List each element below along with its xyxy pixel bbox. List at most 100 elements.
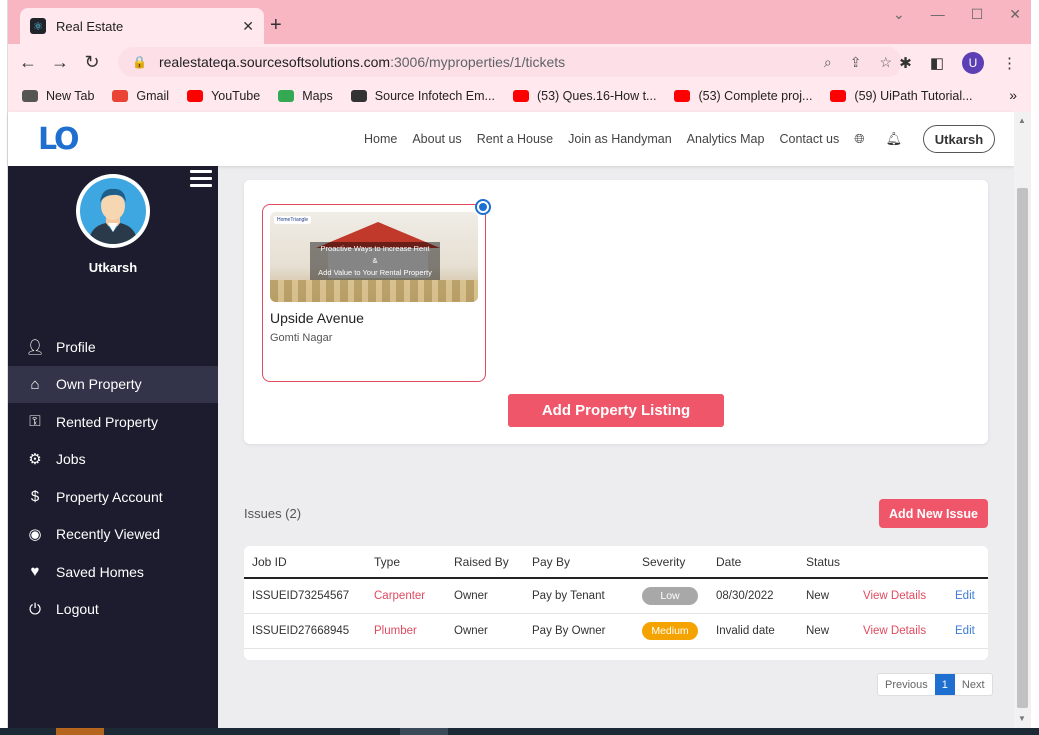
minimize-icon[interactable]: —: [931, 6, 945, 23]
date-cell: Invalid date: [716, 624, 775, 637]
tab-search-icon[interactable]: ⌄: [893, 6, 905, 23]
property-card[interactable]: HomeTriangle Proactive Ways to Increase …: [262, 199, 491, 382]
bookmark-item[interactable]: Maps: [278, 89, 333, 103]
sidebar-item-saved-homes[interactable]: ♥ Saved Homes: [8, 553, 218, 591]
close-tab-icon[interactable]: ✕: [242, 18, 254, 35]
nav-about[interactable]: About us: [412, 132, 461, 146]
bookmark-label: (53) Ques.16-How t...: [536, 89, 657, 103]
scroll-down-icon[interactable]: ▼: [1018, 714, 1026, 723]
issues-table: Job ID Type Raised By Pay By Severity Da…: [244, 546, 988, 649]
job-id-cell-container: ISSUEID73254567: [244, 578, 366, 614]
star-icon[interactable]: ☆: [879, 54, 892, 71]
col-type: Type: [366, 546, 446, 579]
reload-icon[interactable]: ↻: [76, 52, 108, 73]
power-icon: ⏻: [29, 600, 41, 618]
nav-contact[interactable]: Contact us: [779, 132, 839, 146]
lock-icon[interactable]: 🔒: [132, 55, 147, 69]
forward-icon[interactable]: →: [44, 52, 76, 73]
add-new-issue-button[interactable]: Add New Issue: [879, 499, 988, 528]
hand-key-icon: ⚿: [29, 413, 41, 431]
page-scrollbar[interactable]: ▲ ▼: [1014, 112, 1031, 728]
col-date: Date: [708, 546, 798, 579]
sidebar-item-label: Own Property: [56, 376, 142, 393]
side-panel-icon[interactable]: ◧: [930, 54, 944, 72]
bookmark-item[interactable]: Gmail: [112, 89, 169, 103]
bookmark-item[interactable]: Source Infotech Em...: [350, 89, 495, 103]
address-bar[interactable]: 🔒 realestateqa.sourcesoftsolutions.com:3…: [118, 47, 902, 77]
nav-handyman[interactable]: Join as Handyman: [568, 132, 672, 146]
site-header: LO Home About us Rent a House Join as Ha…: [8, 112, 1014, 166]
sidebar-item-property-account[interactable]: $ Property Account: [8, 478, 218, 516]
previous-page-button[interactable]: Previous: [878, 674, 935, 695]
sidebar-item-rented-property[interactable]: ⚿ Rented Property: [8, 403, 218, 441]
page-viewport: LO Home About us Rent a House Join as Ha…: [8, 112, 1014, 728]
pay-by-cell: Pay by Tenant: [532, 589, 605, 602]
browser-tab[interactable]: ⚛ Real Estate ✕: [20, 8, 264, 44]
edit-link[interactable]: Edit: [955, 590, 975, 602]
share-icon[interactable]: ⇪: [850, 54, 862, 71]
sidebar-item-own-property[interactable]: ⌂ Own Property: [8, 365, 218, 403]
property-location: Gomti Nagar: [270, 332, 333, 344]
sidebar-item-recently-viewed[interactable]: ◉ Recently Viewed: [8, 516, 218, 554]
sidebar-item-profile[interactable]: 👤︎ Profile: [8, 328, 218, 366]
add-property-listing-button[interactable]: Add Property Listing: [508, 394, 724, 427]
type-cell: Carpenter: [374, 589, 426, 602]
globe-icon[interactable]: 🌐︎: [854, 131, 864, 147]
more-bookmarks-icon[interactable]: »: [1009, 87, 1017, 103]
sidebar-item-jobs[interactable]: ⚙ Jobs: [8, 441, 218, 479]
view-details-link-container: View Details: [855, 578, 947, 614]
zoom-icon[interactable]: ⌕: [824, 54, 832, 71]
scrollbar-thumb[interactable]: [1017, 188, 1028, 708]
back-icon[interactable]: ←: [12, 52, 44, 73]
extensions-icon[interactable]: ✱: [899, 54, 912, 72]
nav-home[interactable]: Home: [364, 132, 397, 146]
bookmark-item[interactable]: (53) Complete proj...: [674, 89, 812, 103]
bookmark-favicon-icon: [22, 90, 38, 102]
bookmark-item[interactable]: (59) UiPath Tutorial...: [830, 89, 973, 103]
bell-icon[interactable]: 🔔︎: [886, 131, 903, 147]
page-1-button[interactable]: 1: [934, 674, 955, 695]
col-status: Status: [798, 546, 855, 579]
bookmark-favicon-icon: [512, 90, 529, 102]
view-details-link[interactable]: View Details: [863, 590, 926, 602]
browser-toolbar: ← → ↻ 🔒 realestateqa.sourcesoftsolutions…: [8, 44, 1031, 80]
job-id-cell: ISSUEID27668945: [252, 624, 350, 637]
user-menu-button[interactable]: Utkarsh: [923, 125, 995, 153]
raised-by-cell-container: Owner: [446, 613, 524, 649]
date-cell-container: Invalid date: [708, 613, 798, 649]
sidebar-item-label: Logout: [56, 601, 99, 618]
col-raised-by: Raised By: [446, 546, 524, 579]
bookmark-item[interactable]: YouTube: [187, 89, 260, 103]
edit-link[interactable]: Edit: [955, 625, 975, 637]
pay-by-cell: Pay By Owner: [532, 624, 606, 637]
next-page-button[interactable]: Next: [955, 674, 992, 695]
menu-dots-icon[interactable]: ⋮: [1002, 54, 1017, 72]
bookmark-favicon-icon: [674, 90, 691, 102]
scroll-up-icon[interactable]: ▲: [1018, 116, 1026, 125]
type-cell-container: Carpenter: [366, 578, 446, 614]
hamburger-icon[interactable]: [190, 170, 212, 191]
nav-rent[interactable]: Rent a House: [477, 132, 553, 146]
view-details-link[interactable]: View Details: [863, 625, 926, 637]
status-cell: New: [806, 589, 830, 602]
profile-avatar[interactable]: U: [962, 52, 984, 74]
bookmark-item[interactable]: (53) Ques.16-How t...: [512, 89, 657, 103]
browser-chrome: ⚛ Real Estate ✕ + ⌄ — ☐ ✕ ← → ↻ 🔒 reales…: [8, 0, 1031, 112]
site-logo[interactable]: LO: [38, 122, 80, 157]
url-path: :3006/myproperties/1/tickets: [390, 54, 566, 70]
close-window-icon[interactable]: ✕: [1009, 6, 1021, 23]
property-select-radio[interactable]: [475, 199, 491, 215]
pay-by-cell-container: Pay By Owner: [524, 613, 634, 649]
pay-by-cell-container: Pay by Tenant: [524, 578, 634, 614]
new-tab-button[interactable]: +: [270, 14, 282, 37]
raised-by-cell-container: Owner: [446, 578, 524, 614]
bookmark-label: Maps: [302, 89, 333, 103]
bookmark-item[interactable]: New Tab: [22, 89, 94, 103]
sidebar-item-logout[interactable]: ⏻ Logout: [8, 591, 218, 629]
severity-badge-container: Low: [634, 578, 708, 614]
image-badge: HomeTriangle: [274, 216, 312, 224]
maximize-icon[interactable]: ☐: [971, 6, 984, 23]
nav-analytics[interactable]: Analytics Map: [687, 132, 765, 146]
table-header-row: Job ID Type Raised By Pay By Severity Da…: [244, 546, 988, 579]
bookmark-label: (53) Complete proj...: [698, 89, 813, 103]
